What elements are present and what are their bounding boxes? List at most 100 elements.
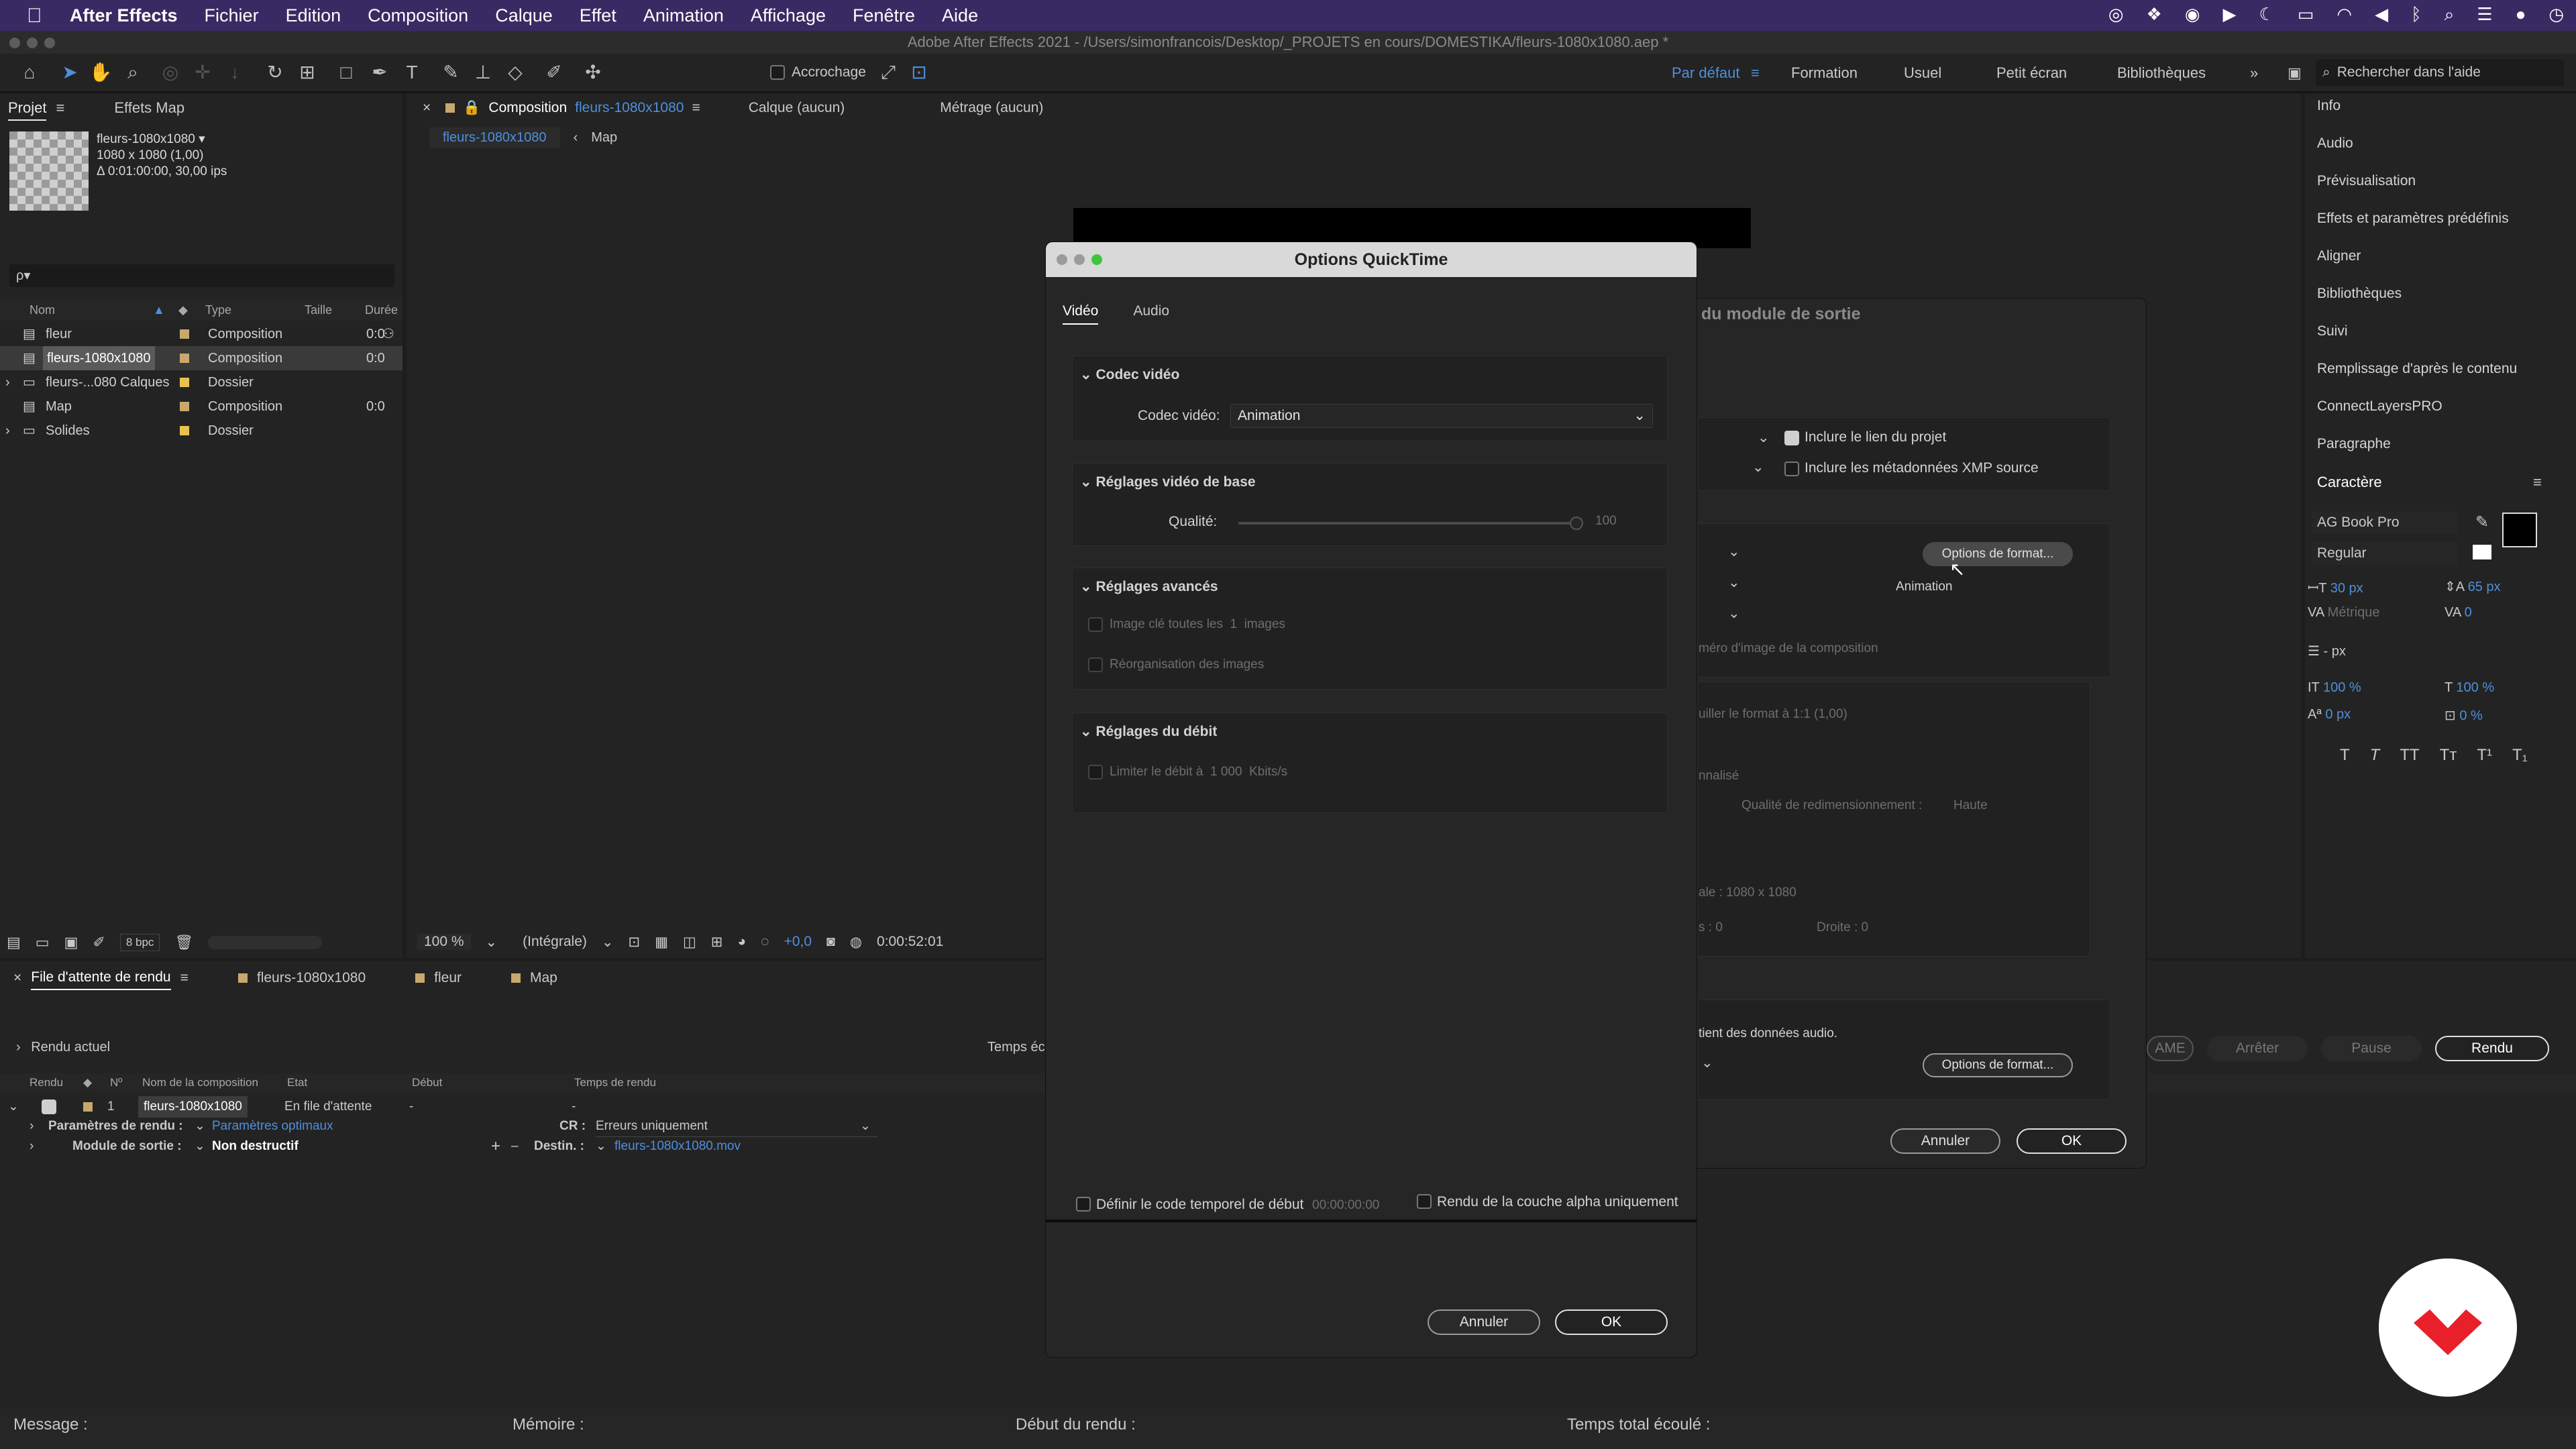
snapping-toggle[interactable]: Accrochage	[770, 64, 866, 80]
chevron-down-icon[interactable]: ⌄	[1728, 543, 1740, 560]
expand-folder-icon[interactable]: ›	[5, 419, 10, 443]
volume-icon[interactable]: ◀	[2375, 4, 2388, 25]
small-caps-button[interactable]: Tт	[2440, 746, 2457, 765]
current-render-section[interactable]: › Rendu actuel	[16, 1040, 110, 1055]
snap-grid-icon[interactable]: ⊡	[907, 59, 931, 86]
rotate-tool-icon[interactable]: ↻	[263, 59, 287, 86]
bit-depth-button[interactable]: 8 bpc	[119, 934, 160, 951]
menu-effet[interactable]: Effet	[580, 5, 616, 26]
flowchart-icon[interactable]: ✐	[93, 934, 105, 951]
project-item-name[interactable]: fleurs-1080x1080 ▾	[97, 131, 227, 148]
more-workspaces-icon[interactable]: »	[2250, 64, 2258, 82]
new-folder-icon[interactable]: ▭	[36, 934, 50, 951]
close-tab-icon[interactable]: ×	[423, 97, 431, 119]
column-nom[interactable]: Nom	[30, 299, 55, 321]
panel-suivi[interactable]: Suivi	[2317, 323, 2348, 339]
tab-video[interactable]: Vidéo	[1063, 303, 1099, 325]
reset-exposure-icon[interactable]: ◌	[761, 934, 769, 950]
reorder-checkbox[interactable]	[1088, 657, 1103, 672]
vertical-scale-value[interactable]: 100 %	[2323, 680, 2361, 695]
breadcrumb-item[interactable]: Map	[591, 127, 617, 148]
show-snapshot-icon[interactable]: ◍	[850, 934, 862, 951]
character-menu-icon[interactable]: ≡	[2533, 474, 2542, 491]
label-swatch[interactable]	[180, 426, 189, 435]
search-icon[interactable]: ⌕	[2445, 4, 2455, 25]
faux-bold-button[interactable]: T	[2340, 746, 2350, 765]
tab-composition-name[interactable]: fleurs-1080x1080	[575, 97, 684, 119]
basic-video-title[interactable]: ⌄ Réglages vidéo de base	[1080, 474, 1256, 490]
viewer-menu-icon[interactable]: ≡	[692, 97, 700, 119]
subscript-button[interactable]: T₁	[2512, 746, 2528, 765]
menu-app-name[interactable]: After Effects	[70, 5, 178, 26]
limit-bitrate-checkbox[interactable]	[1088, 765, 1103, 780]
project-row[interactable]: › ▭ Solides Dossier	[0, 419, 402, 443]
menu-composition[interactable]: Composition	[368, 5, 468, 26]
timecode-checkbox[interactable]	[1076, 1197, 1091, 1212]
render-button[interactable]: Rendu	[2435, 1036, 2549, 1061]
transparency-grid-icon[interactable]: ▦	[655, 934, 668, 951]
panel-paragraphe[interactable]: Paragraphe	[2317, 436, 2391, 452]
dropbox-icon[interactable]: ❖	[2147, 4, 2162, 25]
tsume-value[interactable]: 0 %	[2459, 708, 2482, 723]
color-channels-icon[interactable]: ◕	[737, 934, 746, 950]
chevron-down-icon[interactable]: ⌄	[195, 1116, 205, 1136]
leading-value[interactable]: 65 px	[2468, 580, 2501, 594]
panel-audio[interactable]: Audio	[2317, 136, 2353, 152]
panel-connectlayers[interactable]: ConnectLayersPRO	[2317, 398, 2443, 415]
project-row[interactable]: ▤ Map Composition 0:0	[0, 394, 402, 419]
breadcrumb-item[interactable]: fleurs-1080x1080	[429, 127, 560, 148]
panel-previsualisation[interactable]: Prévisualisation	[2317, 173, 2416, 189]
screen-icon[interactable]: ▭	[2298, 4, 2314, 25]
column-taille[interactable]: Taille	[305, 299, 332, 321]
font-family-dropdown[interactable]: AG Book Pro	[2312, 511, 2458, 534]
current-time[interactable]: 0:00:52:01	[877, 934, 943, 950]
apple-icon[interactable]: 	[27, 5, 46, 27]
play-icon[interactable]: ▶	[2223, 4, 2237, 25]
workspace-menu-icon[interactable]: ≡	[1751, 64, 1760, 82]
column-etat[interactable]: Etat	[287, 1073, 307, 1092]
tab-metrage[interactable]: Métrage (aucun)	[940, 97, 1043, 119]
sort-ascending-icon[interactable]: ▲	[153, 299, 165, 321]
output-module-ok-button[interactable]: OK	[2017, 1128, 2127, 1154]
label-swatch[interactable]	[180, 354, 189, 363]
tracking-value[interactable]: 0	[2465, 605, 2472, 620]
chevron-down-icon[interactable]: ⌄	[1758, 429, 1770, 446]
panel-effets[interactable]: Effets et paramètres prédéfinis	[2317, 211, 2509, 227]
home-icon[interactable]: ⌂	[17, 59, 42, 86]
baseline-shift-value[interactable]: 0 px	[2325, 707, 2351, 722]
chevron-down-icon[interactable]: ⌄	[596, 1136, 606, 1157]
selection-tool-icon[interactable]: ➤	[58, 59, 82, 86]
bitrate-value[interactable]: 1 000	[1210, 765, 1242, 779]
kerning-value[interactable]: Métrique	[2328, 605, 2380, 620]
moon-icon[interactable]: ☾	[2259, 4, 2275, 25]
menu-edition[interactable]: Edition	[286, 5, 341, 26]
lock-icon[interactable]: 🔒	[463, 97, 480, 119]
workspace-usuel[interactable]: Usuel	[1904, 64, 1941, 82]
text-tool-icon[interactable]: T	[400, 59, 424, 86]
mask-visibility-icon[interactable]: ◫	[683, 934, 696, 951]
render-menu-icon[interactable]: ≡	[180, 967, 189, 989]
bluetooth-icon[interactable]: ᛒ	[2411, 4, 2422, 25]
interpret-footage-icon[interactable]: ▤	[7, 934, 21, 951]
puppet-tool-icon[interactable]: ✣	[581, 59, 605, 86]
label-column-icon[interactable]: ◆	[83, 1073, 92, 1092]
roto-brush-tool-icon[interactable]: ✐	[542, 59, 566, 86]
font-size-value[interactable]: 30 px	[2330, 581, 2363, 596]
menu-animation[interactable]: Animation	[643, 5, 724, 26]
column-debut[interactable]: Début	[412, 1073, 442, 1092]
format-options-button[interactable]: Options de format...	[1923, 542, 2073, 566]
flowchart-icon[interactable]: ⚇	[382, 322, 394, 346]
chevron-down-icon[interactable]: ⌄	[195, 1136, 205, 1157]
close-dialog-button[interactable]	[1057, 254, 1067, 265]
codec-dropdown[interactable]: Animation ⌄	[1230, 404, 1653, 428]
faux-italic-button[interactable]: T	[2370, 746, 2380, 765]
zoom-dialog-button[interactable]	[1091, 254, 1102, 265]
column-rendu[interactable]: Rendu	[30, 1073, 63, 1092]
region-of-interest-icon[interactable]: ⊡	[628, 934, 640, 951]
panel-info[interactable]: Info	[2317, 98, 2341, 114]
tab-render-queue[interactable]: File d'attente de rendu	[31, 966, 171, 990]
label-swatch[interactable]	[180, 329, 189, 339]
panel-toggle-icon[interactable]: ▣	[2288, 64, 2302, 82]
workspace-bibliotheques[interactable]: Bibliothèques	[2117, 64, 2206, 82]
render-checkbox[interactable]	[42, 1099, 56, 1114]
